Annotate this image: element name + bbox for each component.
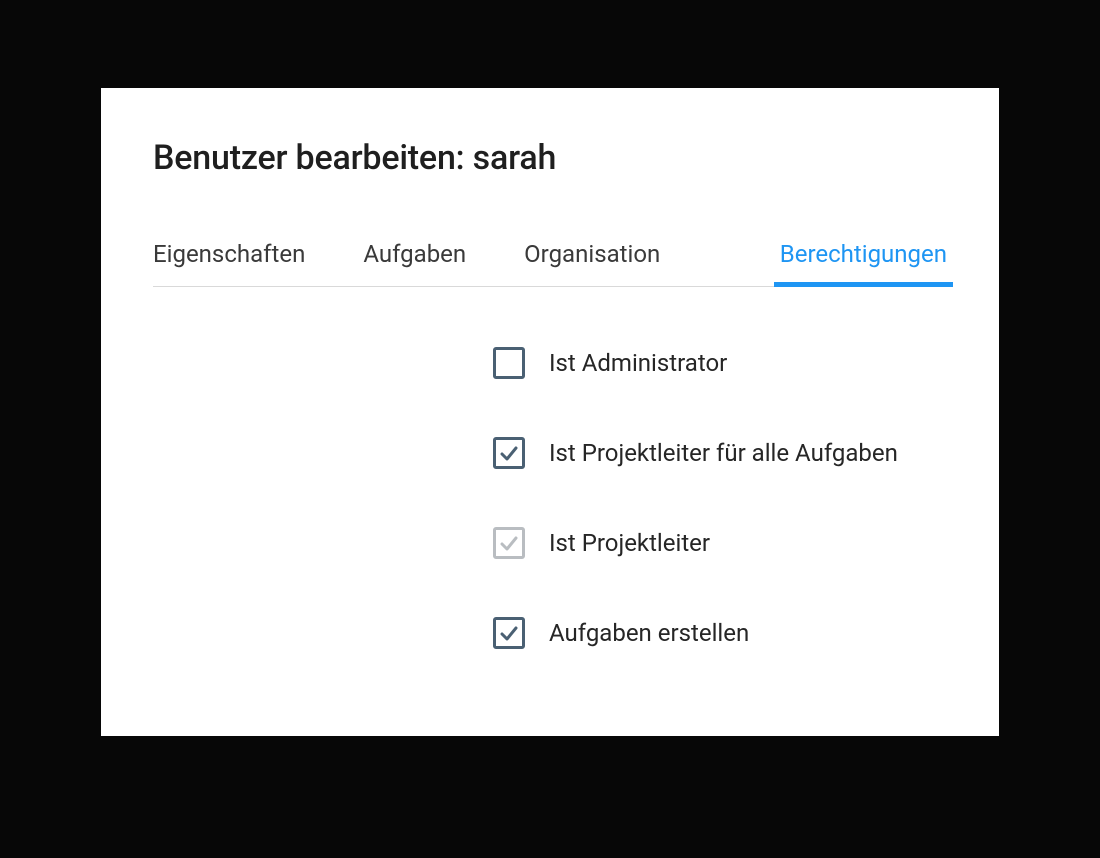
permission-row-aufgaben-erstellen: Aufgaben erstellen (493, 617, 947, 649)
permission-label: Ist Projektleiter für alle Aufgaben (549, 439, 898, 467)
check-icon (499, 533, 519, 553)
tab-organisation[interactable]: Organisation (524, 240, 660, 286)
permission-row-projektleiter-alle: Ist Projektleiter für alle Aufgaben (493, 437, 947, 469)
permissions-list: Ist Administrator Ist Projektleiter für … (153, 347, 947, 649)
checkbox-projektleiter-alle[interactable] (493, 437, 525, 469)
checkbox-administrator[interactable] (493, 347, 525, 379)
permission-row-administrator: Ist Administrator (493, 347, 947, 379)
tab-eigenschaften[interactable]: Eigenschaften (153, 240, 305, 286)
checkbox-aufgaben-erstellen[interactable] (493, 617, 525, 649)
checkbox-projektleiter (493, 527, 525, 559)
check-icon (499, 443, 519, 463)
permission-label: Ist Projektleiter (549, 529, 710, 557)
check-icon (499, 623, 519, 643)
permission-row-projektleiter: Ist Projektleiter (493, 527, 947, 559)
tab-berechtigungen[interactable]: Berechtigungen (780, 240, 947, 286)
permission-label: Ist Administrator (549, 349, 727, 377)
tab-bar: Eigenschaften Aufgaben Organisation Bere… (153, 240, 947, 287)
permission-label: Aufgaben erstellen (549, 619, 749, 647)
page-title: Benutzer bearbeiten: sarah (153, 138, 947, 178)
edit-user-panel: Benutzer bearbeiten: sarah Eigenschaften… (101, 88, 999, 736)
tab-aufgaben[interactable]: Aufgaben (363, 240, 466, 286)
